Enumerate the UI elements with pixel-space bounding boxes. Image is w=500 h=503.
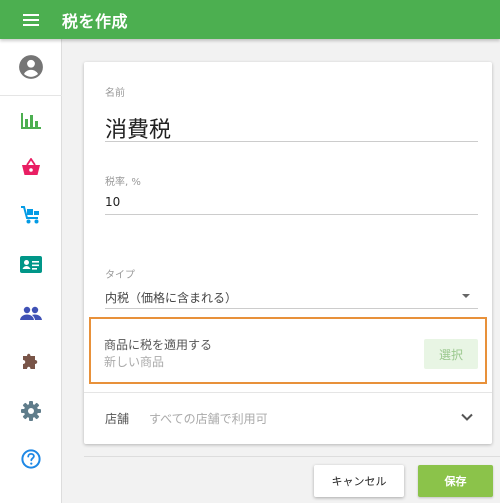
name-label: 名前 xyxy=(105,88,125,99)
apply-to-items-subtitle: 新しい商品 xyxy=(104,355,165,369)
sidebar-item-settings[interactable] xyxy=(0,389,62,433)
store-label: 店舗 xyxy=(105,412,130,426)
rate-label: 税率, % xyxy=(105,177,141,188)
menu-button[interactable] xyxy=(0,0,62,39)
people-icon xyxy=(20,306,42,320)
rate-underline xyxy=(105,214,478,215)
save-button[interactable]: 保存 xyxy=(418,465,493,497)
badge-icon xyxy=(20,255,42,273)
rate-input[interactable]: 10 xyxy=(105,195,120,209)
name-underline xyxy=(105,141,478,142)
chevron-down-icon[interactable] xyxy=(460,410,474,424)
sidebar-divider xyxy=(0,95,62,96)
tax-form-card: 名前 消費税 税率, % 10 タイプ 内税（価格に含まれる） 商品に税を適用す… xyxy=(84,62,492,444)
actions-divider xyxy=(84,456,500,457)
type-select[interactable]: 内税（価格に含まれる） xyxy=(105,289,237,306)
sidebar xyxy=(0,39,62,503)
puzzle-icon xyxy=(23,353,38,369)
basket-icon xyxy=(22,158,40,175)
cancel-button[interactable]: キャンセル xyxy=(314,465,404,497)
bar-chart-icon xyxy=(21,113,41,129)
app-bar: 税を作成 xyxy=(0,0,500,39)
sidebar-item-employees[interactable] xyxy=(0,242,62,286)
sidebar-item-account[interactable] xyxy=(0,45,62,89)
sidebar-item-integrations[interactable] xyxy=(0,339,62,383)
store-value[interactable]: すべての店舗で利用可 xyxy=(149,410,268,427)
type-label: タイプ xyxy=(105,270,135,281)
apply-to-items-section: 商品に税を適用する 新しい商品 選択 xyxy=(89,317,487,384)
select-button[interactable]: 選択 xyxy=(424,339,478,369)
help-icon xyxy=(21,449,41,469)
gear-icon xyxy=(21,401,41,421)
type-underline xyxy=(105,308,478,309)
sidebar-item-help[interactable] xyxy=(0,437,62,481)
cart-icon xyxy=(21,206,39,224)
menu-icon xyxy=(23,13,39,26)
apply-to-items-title: 商品に税を適用する xyxy=(104,338,213,352)
account-circle-icon xyxy=(19,55,43,79)
name-input[interactable]: 消費税 xyxy=(105,112,171,144)
page-title: 税を作成 xyxy=(62,11,129,31)
sidebar-item-sales[interactable] xyxy=(0,145,62,189)
sidebar-item-customers[interactable] xyxy=(0,291,62,335)
row-divider xyxy=(84,392,492,393)
dropdown-arrow-icon[interactable] xyxy=(462,294,470,298)
sidebar-item-items[interactable] xyxy=(0,193,62,237)
sidebar-item-reports[interactable] xyxy=(0,98,62,142)
